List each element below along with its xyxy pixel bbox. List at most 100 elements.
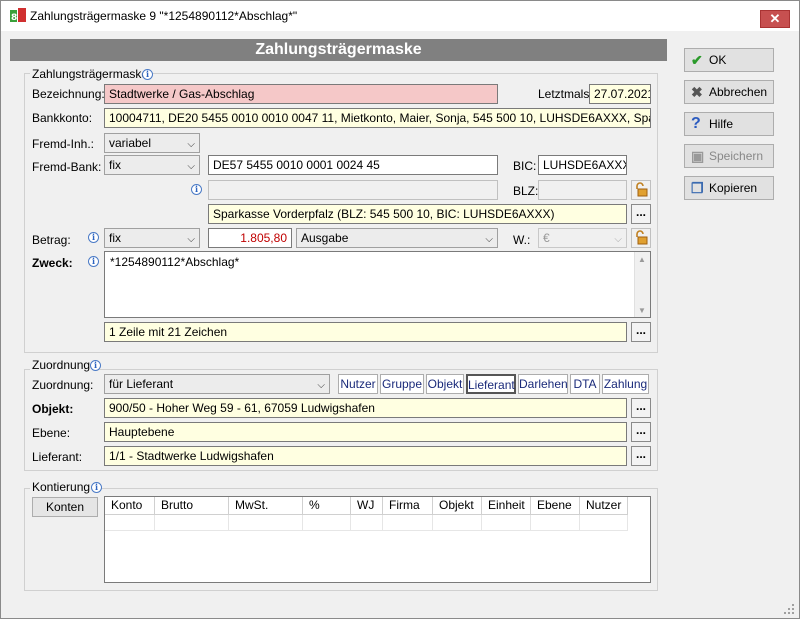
chevron-down-icon: ⌵ — [187, 139, 195, 150]
tab-gruppe[interactable]: Gruppe — [380, 374, 424, 394]
chevron-down-icon: ⌵ — [485, 234, 493, 245]
scroll-down-icon[interactable]: ▼ — [638, 306, 646, 315]
objekt-lookup-button[interactable]: ... — [631, 398, 651, 418]
info-icon[interactable]: i — [91, 482, 102, 493]
table-row[interactable] — [105, 515, 628, 531]
accounting-table[interactable]: Konto Brutto MwSt. % WJ Firma Objekt Ein… — [104, 496, 651, 583]
bezeichnung-label: Bezeichnung: — [32, 87, 105, 101]
accounting-group-title: Kontierung — [30, 480, 93, 494]
cancel-x-icon: ✖ — [691, 84, 703, 100]
betrag-mode-value: fix — [109, 231, 121, 245]
info-icon[interactable]: i — [142, 69, 153, 80]
bank-info-field: Sparkasse Vorderpfalz (BLZ: 545 500 10, … — [208, 204, 627, 224]
fremd-inh-label: Fremd-Inh.: — [32, 137, 95, 151]
objekt-field: 900/50 - Hoher Weg 59 - 61, 67059 Ludwig… — [104, 398, 627, 418]
copy-button[interactable]: ❐ Kopieren — [684, 176, 774, 200]
assignment-group-title: Zuordnung — [30, 358, 93, 372]
zuordnung-select[interactable]: für Lieferant ⌵ — [104, 374, 330, 394]
zweck-text: *1254890112*Abschlag* — [110, 255, 240, 269]
column-header-percent[interactable]: % — [303, 497, 351, 515]
tab-dta[interactable]: DTA — [570, 374, 600, 394]
blz-field — [538, 180, 627, 200]
zweck-scrollbar[interactable]: ▲ ▼ — [634, 252, 650, 317]
tab-lieferant[interactable]: Lieferant — [466, 374, 516, 394]
zuordnung-label: Zuordnung: — [32, 378, 94, 392]
info-icon[interactable]: i — [88, 256, 99, 267]
column-header-einheit[interactable]: Einheit — [482, 497, 531, 515]
column-header-ebene[interactable]: Ebene — [531, 497, 580, 515]
betrag-type-select[interactable]: Ausgabe ⌵ — [296, 228, 498, 248]
resize-grip-icon[interactable] — [783, 603, 795, 615]
column-header-objekt[interactable]: Objekt — [433, 497, 482, 515]
fremd-inh-select[interactable]: variabel ⌵ — [104, 133, 200, 153]
floppy-disk-icon: ▣ — [691, 148, 705, 164]
lieferant-field: 1/1 - Stadtwerke Ludwigshafen — [104, 446, 627, 466]
konten-button[interactable]: Konten — [32, 497, 98, 517]
column-header-mwst[interactable]: MwSt. — [229, 497, 303, 515]
blz-label: BLZ: — [513, 184, 539, 198]
chevron-down-icon: ⌵ — [317, 380, 325, 391]
dialog-header: Zahlungsträgermaske — [10, 39, 667, 61]
close-button[interactable]: ✕ — [760, 10, 790, 28]
waehrung-value: € — [543, 231, 550, 245]
column-header-wj[interactable]: WJ — [351, 497, 383, 515]
chevron-down-icon: ⌵ — [187, 234, 195, 245]
waehrung-select[interactable]: € ⌵ — [538, 228, 627, 248]
betrag-mode-select[interactable]: fix ⌵ — [104, 228, 200, 248]
ebene-field: Hauptebene — [104, 422, 627, 442]
payment-group-title: Zahlungsträgermaske — [30, 67, 151, 81]
save-button-label: Speichern — [709, 149, 764, 163]
tab-objekt[interactable]: Objekt — [426, 374, 464, 394]
bankkonto-label: Bankkonto: — [32, 111, 93, 125]
fremd-bank-select[interactable]: fix ⌵ — [104, 155, 200, 175]
bank-name-field — [208, 180, 498, 200]
fremd-bank-label: Fremd-Bank: — [32, 160, 102, 174]
lieferant-lookup-button[interactable]: ... — [631, 446, 651, 466]
chevron-down-icon: ⌵ — [187, 161, 195, 172]
cancel-button-label: Abbrechen — [709, 85, 768, 99]
betrag-amount-field[interactable]: 1.805,80 — [208, 228, 292, 248]
info-icon[interactable]: i — [191, 184, 202, 195]
lieferant-label: Lieferant: — [32, 450, 83, 464]
help-button-label: Hilfe — [709, 117, 734, 131]
bic-label: BIC: — [513, 159, 537, 173]
column-header-brutto[interactable]: Brutto — [155, 497, 229, 515]
info-icon[interactable]: i — [90, 360, 101, 371]
tab-zahlung[interactable]: Zahlung — [602, 374, 649, 394]
bezeichnung-field[interactable]: Stadtwerke / Gas-Abschlag — [104, 84, 498, 104]
bank-lookup-button[interactable]: ... — [631, 204, 651, 224]
copy-button-label: Kopieren — [709, 181, 758, 195]
column-header-firma[interactable]: Firma — [383, 497, 433, 515]
tab-nutzer[interactable]: Nutzer — [338, 374, 378, 394]
help-question-icon: ? — [691, 115, 701, 132]
fremd-inh-value: variabel — [109, 136, 152, 150]
ok-button[interactable]: ✔ OK — [684, 48, 774, 72]
save-button[interactable]: ▣ Speichern — [684, 144, 774, 168]
betrag-label: Betrag: — [32, 233, 71, 247]
objekt-label: Objekt: — [32, 402, 74, 416]
column-header-nutzer[interactable]: Nutzer — [580, 497, 628, 515]
bankkonto-field[interactable]: 10004711, DE20 5455 0010 0010 0047 11, M… — [104, 108, 651, 128]
scroll-up-icon[interactable]: ▲ — [638, 255, 646, 264]
ok-button-label: OK — [709, 53, 727, 67]
zweck-textarea[interactable]: *1254890112*Abschlag* ▲ ▼ — [104, 251, 651, 318]
svg-text:8: 8 — [11, 13, 17, 23]
help-button[interactable]: ? Hilfe — [684, 112, 774, 136]
lock-icon[interactable] — [631, 180, 651, 200]
ebene-lookup-button[interactable]: ... — [631, 422, 651, 442]
tab-darlehen[interactable]: Darlehen — [518, 374, 568, 394]
lock-icon[interactable] — [631, 228, 651, 248]
bic-field[interactable]: LUHSDE6AXXX — [538, 155, 627, 175]
zweck-summary-field: 1 Zeile mit 21 Zeichen — [104, 322, 627, 342]
fremd-bank-value: fix — [109, 158, 121, 172]
letztmals-label: Letztmals: — [538, 87, 593, 101]
zweck-edit-button[interactable]: ... — [631, 322, 651, 342]
letztmals-field: 27.07.2021 — [589, 84, 651, 104]
betrag-type-value: Ausgabe — [301, 231, 349, 245]
cancel-button[interactable]: ✖ Abbrechen — [684, 80, 774, 104]
column-header-konto[interactable]: Konto — [105, 497, 155, 515]
iban-field[interactable]: DE57 5455 0010 0001 0024 45 — [208, 155, 498, 175]
info-icon[interactable]: i — [88, 232, 99, 243]
app-icon: 8 — [10, 8, 26, 24]
checkmark-icon: ✔ — [691, 52, 703, 68]
